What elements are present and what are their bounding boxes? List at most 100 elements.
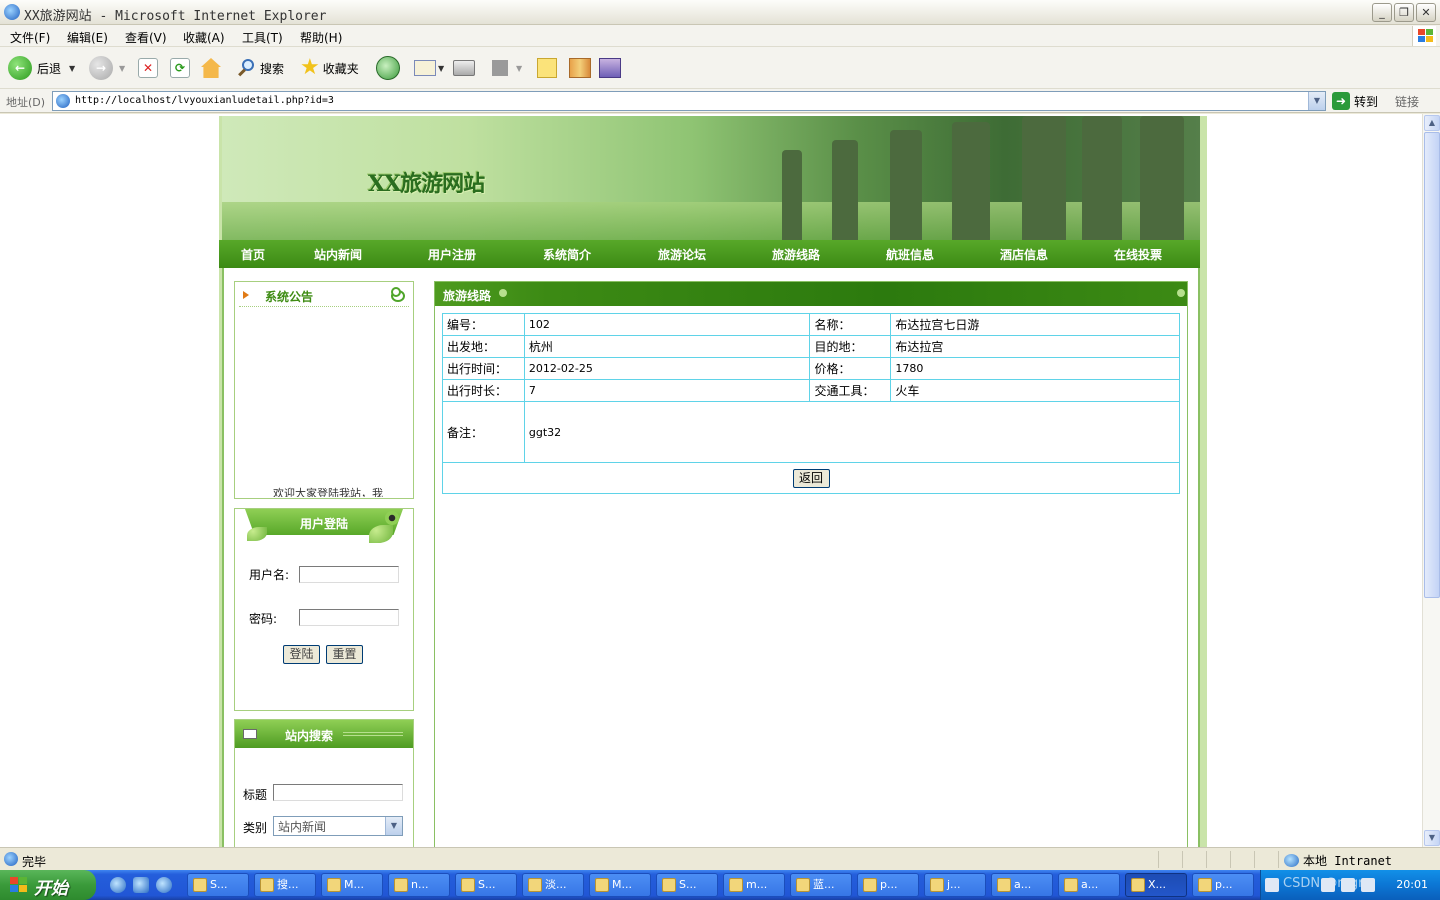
start-button[interactable]: 开始 xyxy=(0,870,96,900)
task-label: S... xyxy=(478,878,496,891)
back-dropdown-icon[interactable]: ▼ xyxy=(69,64,75,73)
nav-home[interactable]: 首页 xyxy=(241,246,265,263)
nav-vote[interactable]: 在线投票 xyxy=(1114,246,1162,263)
taskbar-item[interactable]: j... xyxy=(924,873,986,897)
site-banner: XX旅游网站 xyxy=(222,116,1200,240)
clock[interactable]: 20:01 xyxy=(1396,878,1428,891)
route-detail-header: 旅游线路 xyxy=(435,282,1187,306)
restore-button[interactable]: ❐ xyxy=(1394,3,1414,22)
vertical-scrollbar[interactable]: ▲ ▼ xyxy=(1422,114,1440,847)
address-input[interactable]: http://localhost/lvyouxianludetail.php?i… xyxy=(52,91,1326,111)
menu-file[interactable]: 文件(F) xyxy=(10,29,50,46)
back-button-page[interactable]: 返回 xyxy=(792,468,830,488)
nav-flights[interactable]: 航班信息 xyxy=(886,246,934,263)
taskbar-item[interactable]: p... xyxy=(857,873,919,897)
quicklaunch-media-icon[interactable] xyxy=(156,877,172,893)
login-button[interactable]: 登陆 xyxy=(283,645,320,664)
taskbar-item[interactable]: M... xyxy=(589,873,651,897)
taskbar-item[interactable]: a... xyxy=(1058,873,1120,897)
mail-dropdown-icon[interactable]: ▼ xyxy=(438,64,444,73)
task-label: n... xyxy=(411,878,429,891)
minimize-button[interactable]: _ xyxy=(1372,3,1392,22)
nav-about[interactable]: 系统简介 xyxy=(543,246,591,263)
username-label: 用户名: xyxy=(249,568,290,582)
scroll-up-icon[interactable]: ▲ xyxy=(1424,115,1440,131)
password-input[interactable] xyxy=(299,609,399,626)
task-label: S... xyxy=(210,878,228,891)
forward-button[interactable]: → ▼ xyxy=(89,56,125,80)
favorites-label: 收藏夹 xyxy=(322,61,359,76)
edit-dropdown-icon[interactable]: ▼ xyxy=(516,64,522,73)
history-button[interactable] xyxy=(376,56,400,80)
select-dropdown-icon[interactable]: ▼ xyxy=(385,817,402,835)
search-type-label: 类别 xyxy=(243,821,268,835)
main-nav: 首页 站内新闻 用户注册 系统简介 旅游论坛 旅游线路 航班信息 酒店信息 在线… xyxy=(219,240,1200,268)
back-button[interactable]: ← 后退 ▼ xyxy=(8,56,75,80)
tray-icon[interactable] xyxy=(1321,878,1335,892)
taskbar-item[interactable]: m... xyxy=(723,873,785,897)
taskbar-item[interactable]: S... xyxy=(455,873,517,897)
research-button[interactable] xyxy=(569,56,591,80)
close-button[interactable]: ✕ xyxy=(1416,3,1436,22)
page-viewport: XX旅游网站 首页 站内新闻 用户注册 系统简介 旅游论坛 旅游线路 航班信息 … xyxy=(0,114,1422,847)
date-value: 2012-02-25 xyxy=(523,357,811,380)
taskbar-item[interactable]: M... xyxy=(321,873,383,897)
nav-routes[interactable]: 旅游线路 xyxy=(772,246,820,263)
leaf-icon xyxy=(369,525,393,543)
taskbar-item[interactable]: S... xyxy=(656,873,718,897)
window-titlebar[interactable]: XX旅游网站 - Microsoft Internet Explorer _ ❐… xyxy=(0,0,1440,25)
nav-hotels[interactable]: 酒店信息 xyxy=(1000,246,1048,263)
home-button[interactable] xyxy=(201,56,221,80)
mail-button[interactable]: ▼ xyxy=(414,56,444,80)
address-label: 地址(D) xyxy=(6,96,46,109)
menu-view[interactable]: 查看(V) xyxy=(125,29,167,46)
taskbar-item[interactable]: a... xyxy=(991,873,1053,897)
tray-icon[interactable] xyxy=(1361,878,1375,892)
taskbar-item[interactable]: 搜... xyxy=(254,873,316,897)
menu-favorites[interactable]: 收藏(A) xyxy=(183,29,225,46)
home-icon xyxy=(201,58,221,78)
refresh-button[interactable]: ⟳ xyxy=(170,56,190,80)
forward-dropdown-icon[interactable]: ▼ xyxy=(119,64,125,73)
nav-news[interactable]: 站内新闻 xyxy=(314,246,362,263)
app-icon xyxy=(662,878,676,892)
taskbar-item-active[interactable]: X... xyxy=(1125,873,1187,897)
window-title: XX旅游网站 - Microsoft Internet Explorer xyxy=(24,9,327,24)
address-dropdown-icon[interactable]: ▼ xyxy=(1308,92,1325,110)
reset-button[interactable]: 重置 xyxy=(326,645,363,664)
discuss-button[interactable] xyxy=(537,56,557,80)
stop-button[interactable]: ✕ xyxy=(138,56,158,80)
print-button[interactable] xyxy=(453,56,475,80)
taskbar-item[interactable]: 淡... xyxy=(522,873,584,897)
taskbar-item[interactable]: n... xyxy=(388,873,450,897)
quicklaunch-desktop-icon[interactable] xyxy=(133,877,149,893)
taskbar-item[interactable]: S... xyxy=(187,873,249,897)
search-type-select[interactable]: 站内新闻 ▼ xyxy=(273,816,403,836)
tray-icon[interactable] xyxy=(1341,878,1355,892)
quicklaunch-ie-icon[interactable] xyxy=(110,877,126,893)
taskbar-item[interactable]: p... xyxy=(1192,873,1254,897)
search-title-input[interactable] xyxy=(273,784,403,801)
nav-register[interactable]: 用户注册 xyxy=(428,246,476,263)
favorites-button[interactable]: ★ 收藏夹 xyxy=(300,56,359,80)
messenger-button[interactable] xyxy=(599,56,621,80)
menu-help[interactable]: 帮助(H) xyxy=(300,29,342,46)
address-bar: 地址(D) http://localhost/lvyouxianludetail… xyxy=(0,89,1440,113)
to-label: 目的地： xyxy=(809,335,892,358)
taskbar-item[interactable]: 蓝... xyxy=(790,873,852,897)
edit-button[interactable]: ▼ xyxy=(492,56,522,80)
menu-tools[interactable]: 工具(T) xyxy=(242,29,283,46)
links-label[interactable]: 链接 xyxy=(1395,93,1419,110)
task-label: j... xyxy=(947,878,961,891)
task-label: M... xyxy=(344,878,364,891)
username-input[interactable] xyxy=(299,566,399,583)
scroll-down-icon[interactable]: ▼ xyxy=(1424,830,1440,846)
scroll-thumb[interactable] xyxy=(1424,132,1440,598)
search-title: 站内搜索 xyxy=(285,729,334,743)
nav-forum[interactable]: 旅游论坛 xyxy=(658,246,706,263)
zone-text: 本地 Intranet xyxy=(1303,854,1393,868)
go-button[interactable]: ➜ 转到 xyxy=(1332,92,1378,110)
keyboard-icon[interactable] xyxy=(1265,878,1279,892)
search-button[interactable]: 搜索 xyxy=(236,56,284,80)
menu-edit[interactable]: 编辑(E) xyxy=(67,29,108,46)
